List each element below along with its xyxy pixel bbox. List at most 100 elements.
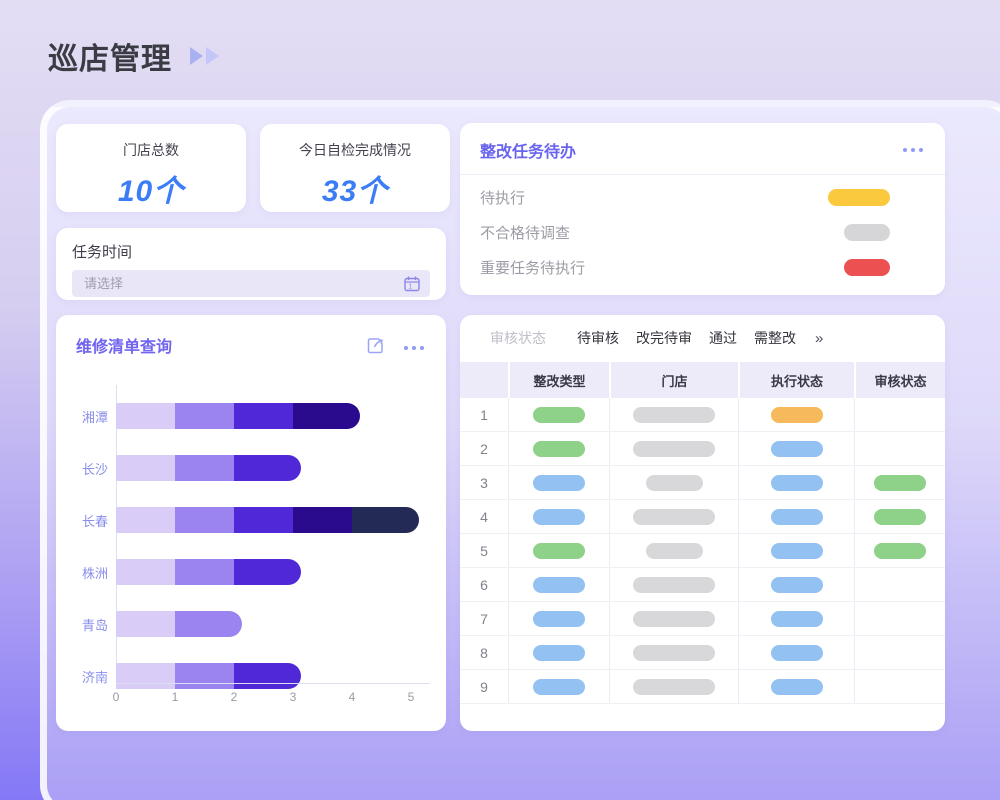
table-cell [508, 500, 609, 533]
bar-segment [175, 663, 234, 689]
todo-item-list: 待执行不合格待调查重要任务待执行 [460, 180, 945, 285]
review-status-panel: 审核状态 待审核改完待审通过需整改 » 整改类型门店执行状态审核状态 12345… [460, 315, 945, 731]
divider [460, 174, 945, 175]
table-cell [609, 432, 738, 465]
status-pill [771, 509, 823, 525]
table-row: 4 [460, 500, 945, 534]
table-cell [508, 432, 609, 465]
chart-category-label: 株洲 [58, 563, 108, 582]
status-pill [633, 577, 715, 593]
table-header-cell: 整改类型 [508, 362, 609, 398]
table-cell [609, 602, 738, 635]
table-header-cell: 门店 [609, 362, 738, 398]
tab-2[interactable]: 通过 [709, 328, 737, 348]
row-index: 7 [480, 611, 488, 627]
status-pill [633, 679, 715, 695]
row-index-cell: 8 [460, 636, 508, 669]
table-row: 8 [460, 636, 945, 670]
table-header-cell [460, 362, 508, 398]
table-cell [738, 534, 854, 567]
table-row: 6 [460, 568, 945, 602]
bar-segment [116, 663, 175, 689]
bar-segment [234, 507, 293, 533]
tab-3[interactable]: 需整改 [754, 328, 796, 348]
todo-item-label: 待执行 [480, 187, 525, 208]
status-pill [633, 441, 715, 457]
table-row: 1 [460, 398, 945, 432]
row-index-cell: 3 [460, 466, 508, 499]
table-cell [854, 398, 945, 431]
table-cell [508, 670, 609, 703]
table-row: 5 [460, 534, 945, 568]
table-cell [738, 500, 854, 533]
status-pill [633, 611, 715, 627]
todo-panel-title: 整改任务待办 [480, 138, 576, 162]
stat-value: 33个 [260, 166, 450, 210]
bar-segment [352, 507, 419, 533]
bar-segment [175, 455, 234, 481]
bar-segment [175, 559, 234, 585]
table-cell [609, 500, 738, 533]
table-cell [508, 602, 609, 635]
table-cell [854, 636, 945, 669]
table-row: 2 [460, 432, 945, 466]
status-pill [533, 611, 585, 627]
chart-category-label: 长春 [58, 511, 108, 530]
title-arrows-icon [190, 47, 219, 65]
repair-panel-title: 维修清单查询 [76, 333, 172, 357]
chart-category-label: 济南 [58, 667, 108, 686]
row-index-cell: 7 [460, 602, 508, 635]
bar-segment [293, 403, 360, 429]
stat-card-total-stores: 门店总数 10个 [56, 124, 246, 212]
tab-1[interactable]: 改完待审 [636, 328, 692, 348]
status-pill [633, 509, 715, 525]
chart-row: 湘潭 [116, 390, 436, 442]
row-index: 1 [480, 407, 488, 423]
table-header-row: 整改类型门店执行状态审核状态 [460, 362, 945, 398]
table-cell [508, 398, 609, 431]
row-index-cell: 1 [460, 398, 508, 431]
table-cell [854, 432, 945, 465]
task-time-label: 任务时间 [72, 241, 430, 262]
chart-row: 长春 [116, 494, 436, 546]
ellipsis-icon[interactable] [404, 346, 424, 350]
task-time-card: 任务时间 1 [56, 228, 446, 300]
table-row: 7 [460, 602, 945, 636]
bar-segment [175, 611, 242, 637]
page-title-text: 巡店管理 [48, 34, 172, 78]
x-tick-label: 1 [163, 690, 187, 704]
status-pill [533, 645, 585, 661]
ellipsis-icon[interactable] [903, 148, 923, 152]
table-cell [609, 636, 738, 669]
status-pill [771, 577, 823, 593]
calendar-icon[interactable]: 1 [403, 275, 421, 298]
todo-panel: 整改任务待办 待执行不合格待调查重要任务待执行 [460, 123, 945, 295]
row-index: 8 [480, 645, 488, 661]
table-cell [854, 466, 945, 499]
share-icon[interactable] [365, 335, 386, 361]
task-time-input[interactable] [72, 270, 430, 297]
more-tabs-button[interactable]: » [815, 330, 823, 347]
status-pill [533, 475, 585, 491]
table-cell [738, 398, 854, 431]
row-index: 6 [480, 577, 488, 593]
tab-0[interactable]: 待审核 [577, 328, 619, 348]
table-cell [609, 398, 738, 431]
table-cell [854, 534, 945, 567]
table-cell [508, 534, 609, 567]
table-cell [609, 568, 738, 601]
bar-segment [116, 455, 175, 481]
bar-segment [175, 403, 234, 429]
todo-item: 不合格待调查 [460, 215, 945, 250]
table-cell [738, 466, 854, 499]
chart-category-label: 湘潭 [58, 407, 108, 426]
table-row: 3 [460, 466, 945, 500]
table-cell [508, 636, 609, 669]
bar-segment [175, 507, 234, 533]
status-pill [771, 611, 823, 627]
table-cell [609, 466, 738, 499]
status-pill [771, 679, 823, 695]
chart-row: 长沙 [116, 442, 436, 494]
row-index: 9 [480, 679, 488, 695]
stat-label: 今日自检完成情况 [260, 140, 450, 160]
